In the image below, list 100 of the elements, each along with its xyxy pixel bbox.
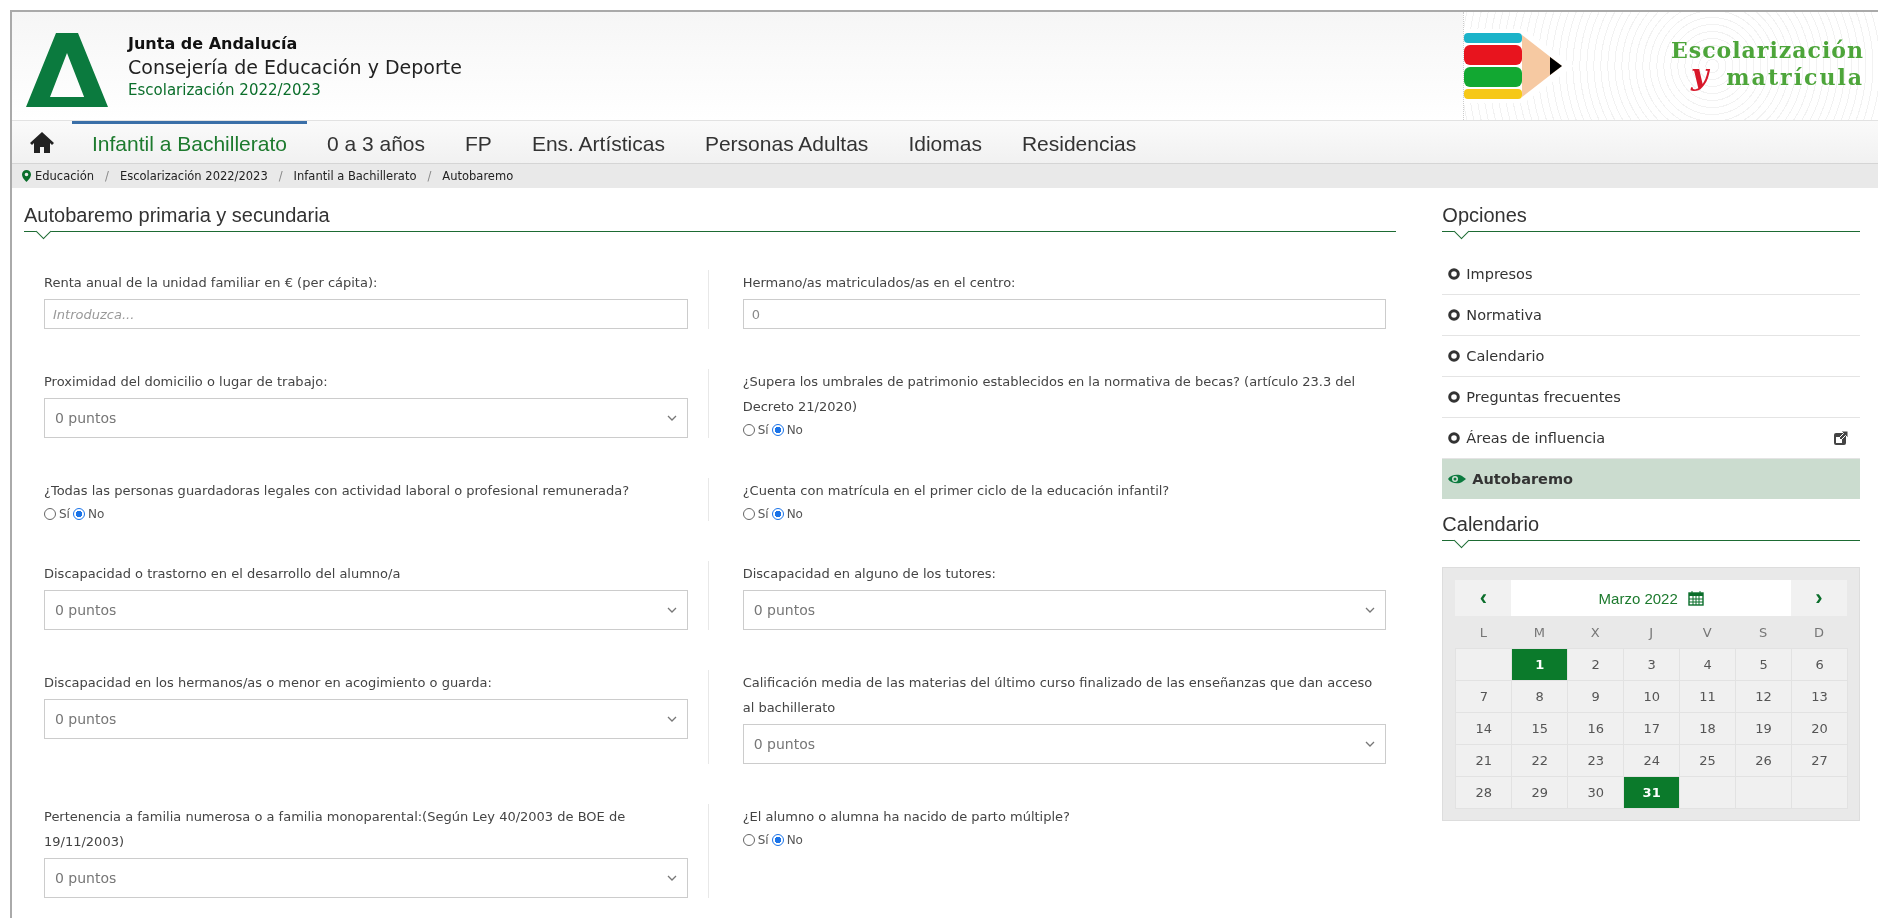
field-label: ¿Cuenta con matrícula en el primer ciclo de la educación infantil? <box>742 482 1171 500</box>
radio-label: Sí <box>757 507 769 521</box>
calendar-day[interactable]: 31 <box>1623 776 1681 809</box>
breadcrumb-link[interactable]: Escolarización 2022/2023 <box>119 169 268 183</box>
next-month-button[interactable]: › <box>1791 580 1847 616</box>
calendar-day[interactable]: 27 <box>1791 744 1848 777</box>
calendar-day[interactable]: 16 <box>1567 712 1625 745</box>
chevron-down-icon <box>666 716 677 722</box>
nav-tab[interactable]: Idiomas <box>888 121 1002 163</box>
heading-text: Calendario <box>1442 513 1540 535</box>
field-label: Discapacidad o trastorno en el desarrollo del alumno/a <box>44 565 402 583</box>
previous-month-button[interactable]: ‹ <box>1455 580 1512 616</box>
calendar-day[interactable]: 24 <box>1623 744 1681 777</box>
breadcrumb-separator: / <box>426 169 433 183</box>
circle-bullet-icon <box>1448 391 1461 403</box>
field-label: Proximidad del domicilio o lugar de trabajo: <box>44 373 329 391</box>
weekday-label: X <box>1589 623 1601 642</box>
field-label: ¿El alumno o alumna ha nacido de parto múltiple? <box>742 808 1071 826</box>
calendar-day[interactable]: 12 <box>1735 680 1793 713</box>
chevron-down-icon <box>666 607 677 613</box>
circle-bullet-icon <box>1448 309 1461 321</box>
radio-button[interactable] <box>771 508 784 520</box>
calendar-day[interactable]: 18 <box>1679 712 1737 745</box>
breadcrumb-link[interactable]: Autobaremo <box>442 169 514 183</box>
dropdown[interactable]: 0 puntos <box>742 590 1387 630</box>
calendar-day[interactable]: 11 <box>1679 680 1737 713</box>
radio-label: No <box>786 507 803 521</box>
calendar-day[interactable]: 19 <box>1735 712 1793 745</box>
calendar-day[interactable]: 21 <box>1455 744 1513 777</box>
radio-label: Sí <box>757 423 769 437</box>
nav-tab[interactable]: FP <box>445 121 512 163</box>
nav-tab[interactable]: Personas Adultas <box>684 121 889 163</box>
calendar-day[interactable]: 15 <box>1511 712 1569 745</box>
calendar-day[interactable]: 29 <box>1511 776 1569 809</box>
calendar-day[interactable]: 17 <box>1623 712 1681 745</box>
calendar-day[interactable]: 3 <box>1623 648 1681 681</box>
radio-button[interactable] <box>72 508 85 520</box>
site-subtitle: Escolarización 2022/2023 <box>128 80 322 99</box>
calendar-day[interactable]: 28 <box>1455 776 1513 809</box>
field-label: Renta anual de la unidad familiar en € (per cápita): <box>44 274 379 292</box>
nav-tab[interactable]: Residencias <box>1001 121 1157 163</box>
text-field[interactable]: Introduzca... <box>44 299 688 329</box>
calendar-day[interactable]: 22 <box>1511 744 1569 777</box>
calendar-day[interactable]: 1 <box>1511 648 1569 681</box>
dropdown[interactable]: 0 puntos <box>44 590 688 630</box>
chevron-down-icon <box>666 415 677 421</box>
department-name: Consejería de Educación y Deporte <box>128 55 462 78</box>
option-link[interactable]: Autobaremo <box>1442 459 1860 499</box>
weekday-label: D <box>1813 623 1826 642</box>
nav-tab[interactable]: 0 a 3 años <box>306 121 446 163</box>
calendar-day[interactable]: 8 <box>1511 680 1569 713</box>
calendar-day[interactable]: 7 <box>1455 680 1513 713</box>
radio-label: Sí <box>757 833 769 847</box>
calendar-day[interactable]: 4 <box>1679 648 1737 681</box>
calendar-day[interactable]: 13 <box>1791 680 1848 713</box>
calendar-day[interactable]: 25 <box>1679 744 1737 777</box>
dropdown[interactable]: 0 puntos <box>44 699 688 739</box>
calendar-day[interactable]: 5 <box>1735 648 1793 681</box>
field-label: ¿Todas las personas guardadoras legales con actividad laboral o profesional remunerada? <box>44 482 631 500</box>
calendar-day[interactable]: 6 <box>1791 648 1848 681</box>
circle-bullet-icon <box>1448 268 1461 280</box>
breadcrumb-link[interactable]: Infantil a Bachillerato <box>293 169 417 183</box>
calendar-day[interactable]: 14 <box>1455 712 1513 745</box>
radio-button[interactable] <box>771 834 784 846</box>
breadcrumb-link[interactable]: Educación <box>35 169 95 183</box>
calendar-day[interactable]: 10 <box>1623 680 1681 713</box>
dropdown[interactable]: 0 puntos <box>44 398 688 438</box>
field-label: Discapacidad en alguno de los tutores: <box>742 565 997 583</box>
heading-text: Autobaremo primaria y secundaria <box>24 204 330 226</box>
option-link[interactable]: Impresos <box>1442 254 1860 295</box>
location-pin-icon <box>22 170 31 182</box>
field-label: Hermano/as matriculados/as en el centro: <box>742 274 1017 292</box>
radio-label: No <box>786 833 803 847</box>
calendar-day[interactable]: 2 <box>1567 648 1625 681</box>
weekday-label: L <box>1478 623 1488 642</box>
text-field[interactable]: 0 <box>742 299 1387 329</box>
weekday-label: M <box>1532 623 1546 642</box>
calendar-day[interactable]: 30 <box>1567 776 1625 809</box>
nav-tab[interactable]: Ens. Artísticas <box>511 121 685 163</box>
organization-name: Junta de Andalucía <box>128 33 299 53</box>
calendar-icon <box>1687 590 1704 606</box>
radio-label: No <box>87 507 105 521</box>
dropdown[interactable]: 0 puntos <box>742 724 1387 764</box>
radio-button[interactable] <box>771 424 784 436</box>
dropdown[interactable]: 0 puntos <box>44 858 688 898</box>
home-icon <box>30 131 54 153</box>
option-link[interactable]: Normativa <box>1442 295 1860 336</box>
radio-label: Sí <box>59 507 70 521</box>
month-label[interactable]: Marzo 2022 <box>1598 589 1678 607</box>
calendar-day[interactable]: 9 <box>1567 680 1625 713</box>
weekday-label: V <box>1701 623 1713 642</box>
calendar-day[interactable]: 23 <box>1567 744 1625 777</box>
radio-label: No <box>786 423 803 437</box>
option-link[interactable]: Preguntas frecuentes <box>1442 377 1860 418</box>
option-link[interactable]: Calendario <box>1442 336 1860 377</box>
calendar-day[interactable]: 20 <box>1791 712 1848 745</box>
calendar-day[interactable]: 26 <box>1735 744 1793 777</box>
weekday-label: J <box>1647 623 1655 642</box>
eye-icon <box>1448 473 1467 485</box>
field-label: Discapacidad en los hermanos/as o menor en acogimiento o guarda: <box>44 674 493 692</box>
